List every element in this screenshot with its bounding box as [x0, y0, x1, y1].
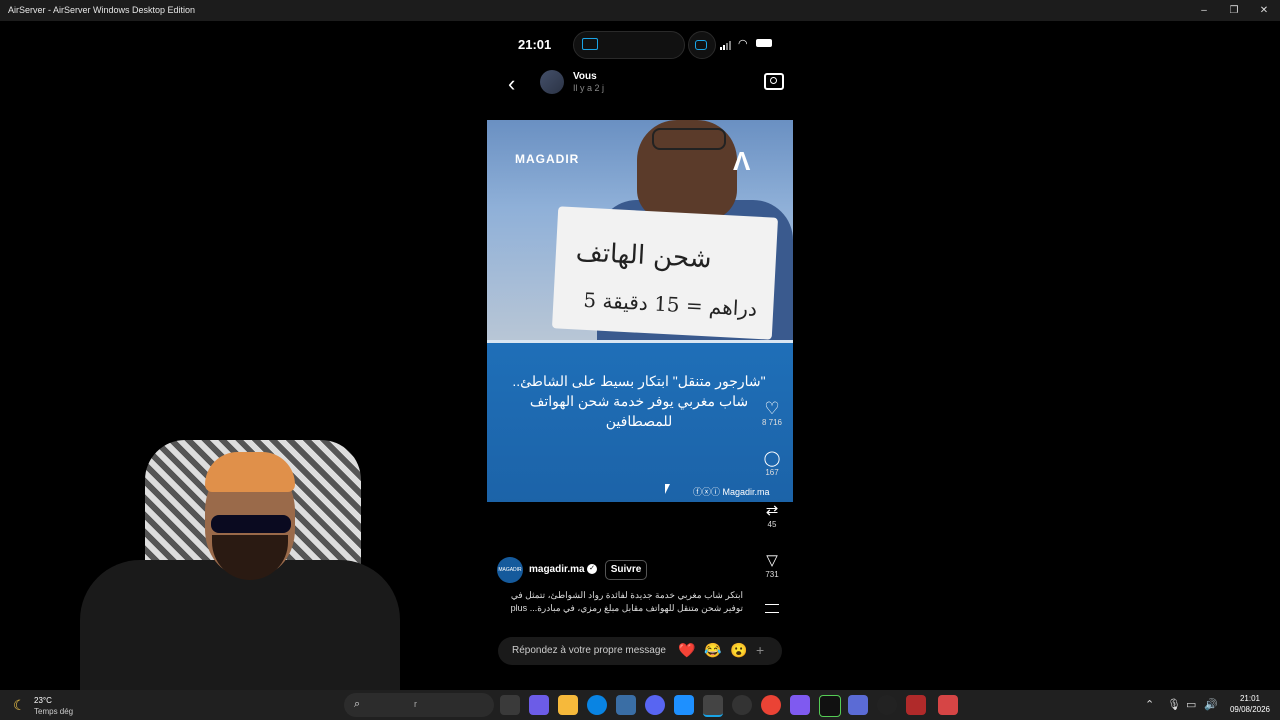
post-photo: شحن الهاتف 5 دراهم = 15 دقيقة MAGADIR Λ: [487, 120, 793, 340]
reply-bar[interactable]: Répondez à votre propre message ❤️ 😂 😮 +: [498, 637, 782, 665]
person-glasses: [652, 128, 726, 150]
sign-line-1: شحن الهاتف: [575, 237, 713, 275]
heart-emoji[interactable]: ❤️: [678, 642, 695, 659]
plus-icon[interactable]: +: [756, 642, 764, 658]
post-caption[interactable]: ابتكر شاب مغربي خدمة جديدة لفائدة رواد ا…: [497, 589, 743, 615]
store-icon[interactable]: [616, 695, 636, 715]
author-avatar[interactable]: MAGADIR: [497, 557, 523, 583]
story-header: ‹ Vous Il y a 2 j: [500, 65, 800, 101]
menu-icon[interactable]: [765, 604, 779, 613]
author-name[interactable]: magadir.ma: [529, 564, 585, 575]
gamepad-icon[interactable]: [790, 695, 810, 715]
send-icon: ▽: [766, 552, 778, 569]
reply-input[interactable]: Répondez à votre propre message: [512, 645, 666, 656]
comment-action[interactable]: ◯ 167: [757, 450, 787, 477]
display-icon[interactable]: ▭: [1186, 698, 1196, 711]
speaker-icon[interactable]: 🔊: [1204, 698, 1218, 711]
like-action[interactable]: ♡ 8 716: [757, 399, 787, 428]
phone-time: 21:01: [518, 37, 552, 52]
airplay-icon: [582, 38, 598, 50]
repost-count: 45: [767, 520, 777, 529]
repost-icon: ⇄: [765, 502, 779, 519]
avatar[interactable]: [540, 70, 564, 94]
clock-time: 21:01: [1239, 694, 1261, 703]
streamer-shirt: [80, 560, 400, 692]
system-clock[interactable]: 21:01 09/08/2026: [1226, 693, 1274, 715]
task-view-icon[interactable]: [500, 695, 520, 715]
brand-logo: MAGADIR: [515, 152, 580, 166]
brand-mark: Λ: [733, 146, 751, 176]
webcam-overlay: [0, 430, 420, 692]
mouse-cursor: [665, 484, 670, 494]
laugh-emoji[interactable]: 😂: [704, 642, 721, 659]
wow-emoji[interactable]: 😮: [730, 642, 747, 659]
post-caption-panel: "شارجور متنقل" ابتكار بسيط على الشاطئ.. …: [487, 340, 793, 502]
weather-widget[interactable]: ☾ 23°C Temps dég: [8, 693, 88, 717]
window-titlebar: AirServer - AirServer Windows Desktop Ed…: [0, 0, 1280, 21]
discord-icon[interactable]: [645, 695, 665, 715]
chevron-up-icon[interactable]: ⌃: [1145, 698, 1154, 711]
obs-icon[interactable]: [732, 695, 752, 715]
steam-icon[interactable]: [877, 695, 897, 715]
credit-text: Magadir.ma: [722, 487, 770, 497]
window-title: AirServer - AirServer Windows Desktop Ed…: [8, 5, 196, 15]
chrome-icon[interactable]: [761, 695, 781, 715]
cardboard-sign: شحن الهاتف 5 دراهم = 15 دقيقة: [551, 206, 779, 340]
like-count: 8 716: [761, 418, 783, 427]
nvidia-icon[interactable]: [819, 695, 841, 717]
camera-icon[interactable]: [764, 73, 784, 90]
sign-line-2: 5 دراهم = 15 دقيقة: [582, 287, 758, 321]
clock-date: 09/08/2026: [1229, 705, 1271, 714]
share-count: 731: [765, 570, 779, 579]
taskbar-search[interactable]: ⌕ r: [344, 693, 494, 717]
wifi-icon: ◠: [738, 38, 748, 50]
weather-desc: Temps dég: [34, 707, 74, 716]
comment-icon: ◯: [763, 450, 781, 467]
weather-temp: 23°C: [34, 696, 52, 705]
back-icon[interactable]: ‹: [508, 71, 515, 97]
airserver-icon[interactable]: [703, 695, 723, 717]
close-button[interactable]: ✕: [1248, 0, 1280, 21]
streamer-sunglasses: [211, 515, 291, 533]
streamer-hair: [205, 452, 295, 492]
verified-icon: ✓: [587, 564, 597, 574]
repost-action[interactable]: ⇄ 45: [757, 502, 787, 529]
mail-icon[interactable]: [674, 695, 694, 715]
heart-icon: ♡: [764, 399, 780, 418]
story-time: Il y a 2 j: [573, 83, 605, 93]
post-author: MAGADIR magadir.ma ✓ Suivre: [497, 556, 757, 584]
copilot-icon[interactable]: [529, 695, 549, 715]
moon-icon: ☾: [13, 697, 26, 713]
share-action[interactable]: ▽ 731: [757, 552, 787, 579]
signal-icon: [720, 40, 734, 50]
post-credit: ⓕⓧⓘ Magadir.ma: [693, 487, 770, 497]
mixer-app-icon[interactable]: [906, 695, 926, 715]
shared-post[interactable]: شحن الهاتف 5 دراهم = 15 دقيقة MAGADIR Λ …: [487, 120, 793, 502]
search-icon: ⌕: [354, 698, 361, 710]
search-hint: r: [414, 699, 417, 709]
ea-app-icon[interactable]: [938, 695, 958, 715]
taskbar: ☾ 23°C Temps dég ⌕ r ⌃ 🎙 ▭ 🔊 21:01 09/08…: [0, 690, 1280, 720]
caption-more[interactable]: plus: [511, 603, 528, 613]
comment-count: 167: [765, 468, 779, 477]
restore-button[interactable]: ❐: [1218, 0, 1250, 21]
file-explorer-icon[interactable]: [558, 695, 578, 715]
microphone-icon[interactable]: 🎙: [1167, 698, 1181, 711]
edge-icon[interactable]: [587, 695, 607, 715]
caption-text: ابتكر شاب مغربي خدمة جديدة لفائدة رواد ا…: [510, 590, 743, 613]
story-username[interactable]: Vous: [573, 71, 597, 82]
chat-app-icon[interactable]: [848, 695, 868, 715]
phone-status-bar: 21:01 ◠: [500, 30, 800, 59]
screen-mirror-icon: [688, 31, 716, 59]
follow-button[interactable]: Suivre: [605, 560, 647, 580]
post-headline: "شارجور متنقل" ابتكار بسيط على الشاطئ.. …: [512, 373, 766, 429]
dynamic-island: [573, 31, 685, 59]
battery-icon: [756, 39, 772, 47]
minimize-button[interactable]: –: [1188, 0, 1220, 21]
